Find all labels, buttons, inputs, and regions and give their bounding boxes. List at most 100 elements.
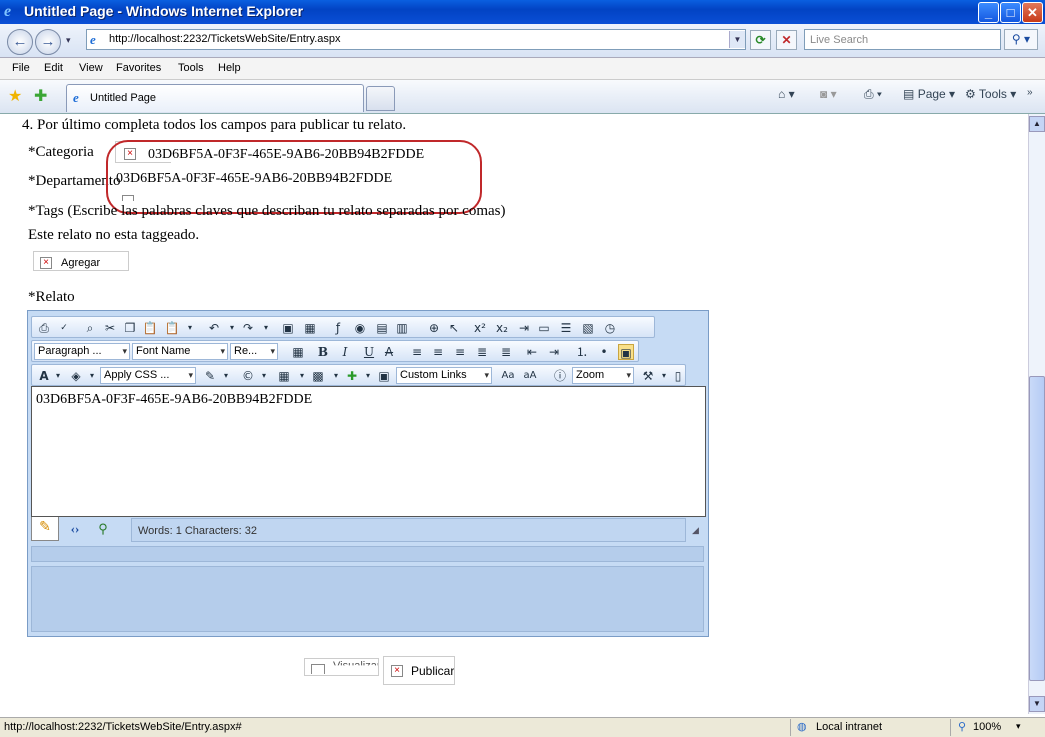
minimize-button[interactable]: _ <box>978 2 999 23</box>
flash-icon[interactable]: ƒ <box>330 320 346 336</box>
editor-content-area[interactable]: 03D6BF5A-0F3F-465E-9AB6-20BB94B2FDDE <box>31 386 706 517</box>
favorites-star-icon[interactable]: ★ <box>8 86 22 106</box>
tools-menu[interactable]: ⚙ Tools ▾ <box>965 87 1016 101</box>
remove-link-icon[interactable]: ↖ <box>446 320 462 336</box>
paragraph-dropdown[interactable]: Paragraph ... <box>34 343 130 360</box>
align-right-icon[interactable]: ≡ <box>452 344 468 360</box>
spellcheck-icon[interactable]: ✓ <box>56 320 72 336</box>
italic-icon[interactable]: I <box>337 344 353 360</box>
paste-icon[interactable]: 📋 <box>142 320 158 336</box>
address-dropdown-button[interactable]: ▼ <box>729 31 745 48</box>
bold-icon[interactable]: B <box>315 344 331 360</box>
forward-button[interactable]: → <box>35 29 61 55</box>
table-icon[interactable]: ▭ <box>536 320 552 336</box>
justify-icon[interactable]: ≣ <box>474 344 490 360</box>
underline-icon[interactable]: U <box>361 344 377 360</box>
font-size-decrease-icon[interactable]: aA <box>522 368 538 384</box>
chevron-down-icon[interactable]: ▾ <box>1016 721 1021 732</box>
chevron-down-icon[interactable]: ▾ <box>258 320 274 336</box>
list-icon[interactable]: ☰ <box>558 320 574 336</box>
outdent-icon[interactable]: ⇤ <box>524 344 540 360</box>
new-tab-button[interactable] <box>366 86 395 111</box>
chevron-down-icon[interactable]: ▾ <box>360 368 376 384</box>
scroll-up-button[interactable]: ▲ <box>1029 116 1045 132</box>
image-manager-icon[interactable]: ▣ <box>280 320 296 336</box>
font-size-increase-icon[interactable]: Aa <box>500 368 516 384</box>
font-name-dropdown[interactable]: Font Name <box>132 343 228 360</box>
agregar-button[interactable]: × Agregar <box>33 251 129 271</box>
indent-icon[interactable]: ⇥ <box>546 344 562 360</box>
scroll-down-button[interactable]: ▼ <box>1029 696 1045 712</box>
chevron-down-icon[interactable]: ▾ <box>182 320 198 336</box>
scroll-thumb[interactable] <box>1029 376 1045 681</box>
undo-icon[interactable]: ↶ <box>206 320 222 336</box>
paste-options-icon[interactable]: 📋 <box>164 320 180 336</box>
indent-icon[interactable]: ⇥ <box>516 320 532 336</box>
align-left-icon[interactable]: ≡ <box>409 344 425 360</box>
chevron-down-icon[interactable]: ▾ <box>84 368 100 384</box>
home-icon[interactable]: ⌂ ▾ <box>778 87 795 101</box>
design-mode-tab[interactable]: ✎ <box>31 517 59 541</box>
media-icon[interactable]: ◉ <box>352 320 368 336</box>
form-element-icon[interactable]: ▣ <box>376 368 392 384</box>
zoom-level[interactable]: 100% <box>973 721 1001 733</box>
print-icon[interactable]: ⎙ <box>36 320 52 336</box>
redo-icon[interactable]: ↷ <box>240 320 256 336</box>
close-button[interactable]: ✕ <box>1022 2 1043 23</box>
cut-icon[interactable]: ✂ <box>102 320 118 336</box>
refresh-button[interactable]: ⟳ <box>750 30 771 50</box>
insert-snippet-icon[interactable]: ▩ <box>310 368 326 384</box>
chevron-down-icon[interactable]: ▾ <box>256 368 272 384</box>
chevron-right-icon[interactable]: » <box>1027 87 1033 98</box>
menu-tools[interactable]: Tools <box>178 62 204 74</box>
document-manager-icon[interactable]: ▤ <box>374 320 390 336</box>
insert-table-icon[interactable]: ▦ <box>276 368 292 384</box>
chevron-down-icon[interactable]: ▾ <box>218 368 234 384</box>
template-icon[interactable]: ▥ <box>394 320 410 336</box>
font-size-dropdown[interactable]: Re... <box>230 343 278 360</box>
insert-element-icon[interactable]: ✚ <box>344 368 360 384</box>
menu-favorites[interactable]: Favorites <box>116 62 161 74</box>
chevron-down-icon[interactable]: ▾ <box>294 368 310 384</box>
add-favorite-icon[interactable]: ✚ <box>34 86 47 106</box>
apply-css-dropdown[interactable]: Apply CSS ... <box>100 367 196 384</box>
module-manager-icon[interactable]: ⚒ <box>640 368 656 384</box>
chevron-down-icon[interactable]: ▾ <box>328 368 344 384</box>
recent-pages-dropdown[interactable]: ▾ <box>66 35 71 46</box>
custom-links-dropdown[interactable]: Custom Links <box>396 367 492 384</box>
maximize-button[interactable]: □ <box>1000 2 1021 23</box>
subscript-icon[interactable]: x₂ <box>494 320 510 336</box>
insert-date-icon[interactable]: ◷ <box>602 320 618 336</box>
align-center-icon[interactable]: ≡ <box>430 344 446 360</box>
symbols-icon[interactable]: © <box>240 368 256 384</box>
stop-button[interactable]: ✕ <box>776 30 797 50</box>
highlight-color-icon[interactable]: ◈ <box>68 368 84 384</box>
menu-view[interactable]: View <box>79 62 103 74</box>
preview-mode-tab[interactable]: ⚲ <box>91 519 115 539</box>
menu-help[interactable]: Help <box>218 62 241 74</box>
paste-from-word-icon[interactable]: ▧ <box>580 320 596 336</box>
back-button[interactable]: ← <box>7 29 33 55</box>
image-map-icon[interactable]: ▦ <box>302 320 318 336</box>
remove-alignment-icon[interactable]: ≣ <box>498 344 514 360</box>
menu-edit[interactable]: Edit <box>44 62 63 74</box>
preview-button[interactable]: Visualizar <box>304 658 379 676</box>
find-icon[interactable]: ⌕ <box>82 320 98 336</box>
bullet-list-icon[interactable]: • <box>596 344 612 360</box>
resize-handle-icon[interactable]: ◢ <box>692 525 699 536</box>
hyperlink-icon[interactable]: ⊕ <box>426 320 442 336</box>
toggle-screen-icon[interactable]: ▯ <box>670 368 686 384</box>
search-button[interactable]: ⚲ ▾ <box>1004 29 1038 50</box>
help-icon[interactable]: ⓘ <box>552 368 568 384</box>
menu-file[interactable]: File <box>12 62 30 74</box>
tab-untitled-page[interactable]: e Untitled Page <box>66 84 364 112</box>
chevron-down-icon[interactable]: ▾ <box>50 368 66 384</box>
superscript-icon[interactable]: x² <box>472 320 488 336</box>
numbered-list-icon[interactable]: ⒈ <box>574 344 590 360</box>
chevron-down-icon[interactable]: ▾ <box>224 320 240 336</box>
publicar-button[interactable]: × Publicar <box>383 656 455 685</box>
print-icon[interactable]: ⎙ ▾ <box>864 87 882 102</box>
zoom-dropdown[interactable]: Zoom <box>572 367 634 384</box>
copy-icon[interactable]: ❐ <box>122 320 138 336</box>
strikethrough-icon[interactable]: A <box>381 344 397 360</box>
